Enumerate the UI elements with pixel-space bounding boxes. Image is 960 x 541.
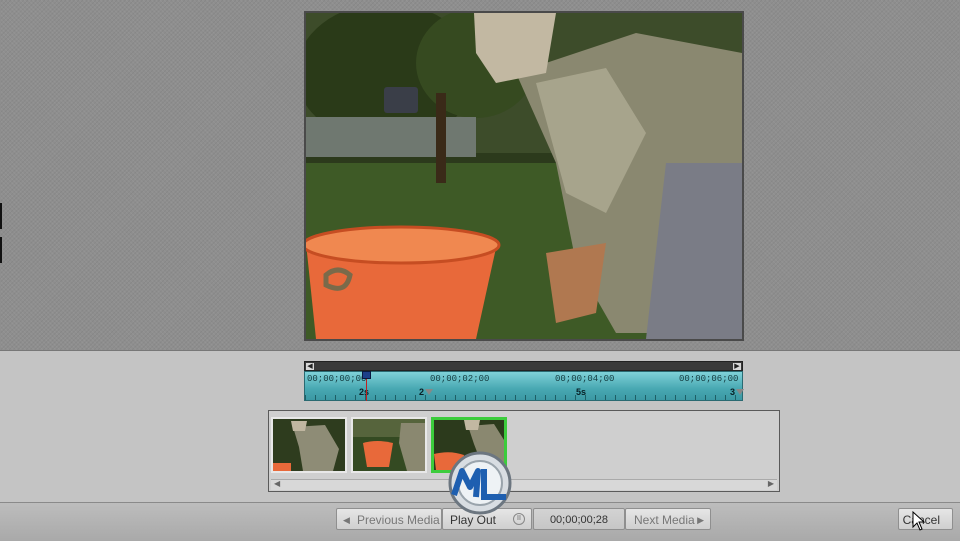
- panel-edge-handle[interactable]: [0, 203, 2, 265]
- timeline[interactable]: ◀ ▶ 00;00;00;00 00;00;02;00 00;00;04;00 …: [304, 361, 744, 401]
- next-media-label: Next Media: [634, 513, 695, 527]
- chevron-right-icon: ▶: [697, 515, 704, 525]
- timecode-label: 00;00;06;00: [679, 374, 739, 384]
- playhead-handle-icon[interactable]: [362, 371, 371, 379]
- video-preview: [304, 11, 744, 341]
- scroll-right-icon[interactable]: ▶: [768, 479, 774, 488]
- scroll-left-icon[interactable]: ◀: [306, 363, 314, 370]
- clip-thumbnail[interactable]: [271, 417, 347, 473]
- timecode-label: 00;00;02;00: [430, 374, 490, 384]
- clip-thumbnail-image: [353, 419, 425, 471]
- scroll-right-icon[interactable]: ▶: [733, 363, 741, 370]
- scroll-left-icon[interactable]: ◀: [274, 479, 280, 488]
- mouse-cursor-icon: [912, 510, 926, 531]
- clip-thumbnail[interactable]: [351, 417, 427, 473]
- current-timecode: 00;00;00;28: [533, 508, 625, 530]
- clip-strip[interactable]: ◀ ▶: [268, 410, 780, 492]
- clip-thumbnail-image: [273, 419, 345, 471]
- previous-media-label: Previous Media: [357, 513, 440, 527]
- timecode-label: 00;00;04;00: [555, 374, 615, 384]
- preview-frame-image: [306, 13, 742, 339]
- playhead-line: [366, 379, 367, 401]
- watermark-logo: [440, 451, 520, 517]
- previous-media-button[interactable]: ◀ Previous Media: [336, 508, 442, 530]
- next-media-button[interactable]: Next Media ▶: [625, 508, 711, 530]
- timeline-scrollbar[interactable]: ◀ ▶: [304, 361, 743, 371]
- clip-strip-scrollbar[interactable]: ◀ ▶: [271, 479, 777, 490]
- chevron-left-icon: ◀: [343, 515, 350, 525]
- timecode-label: 00;00;00;00: [307, 374, 367, 384]
- playhead[interactable]: [362, 371, 371, 401]
